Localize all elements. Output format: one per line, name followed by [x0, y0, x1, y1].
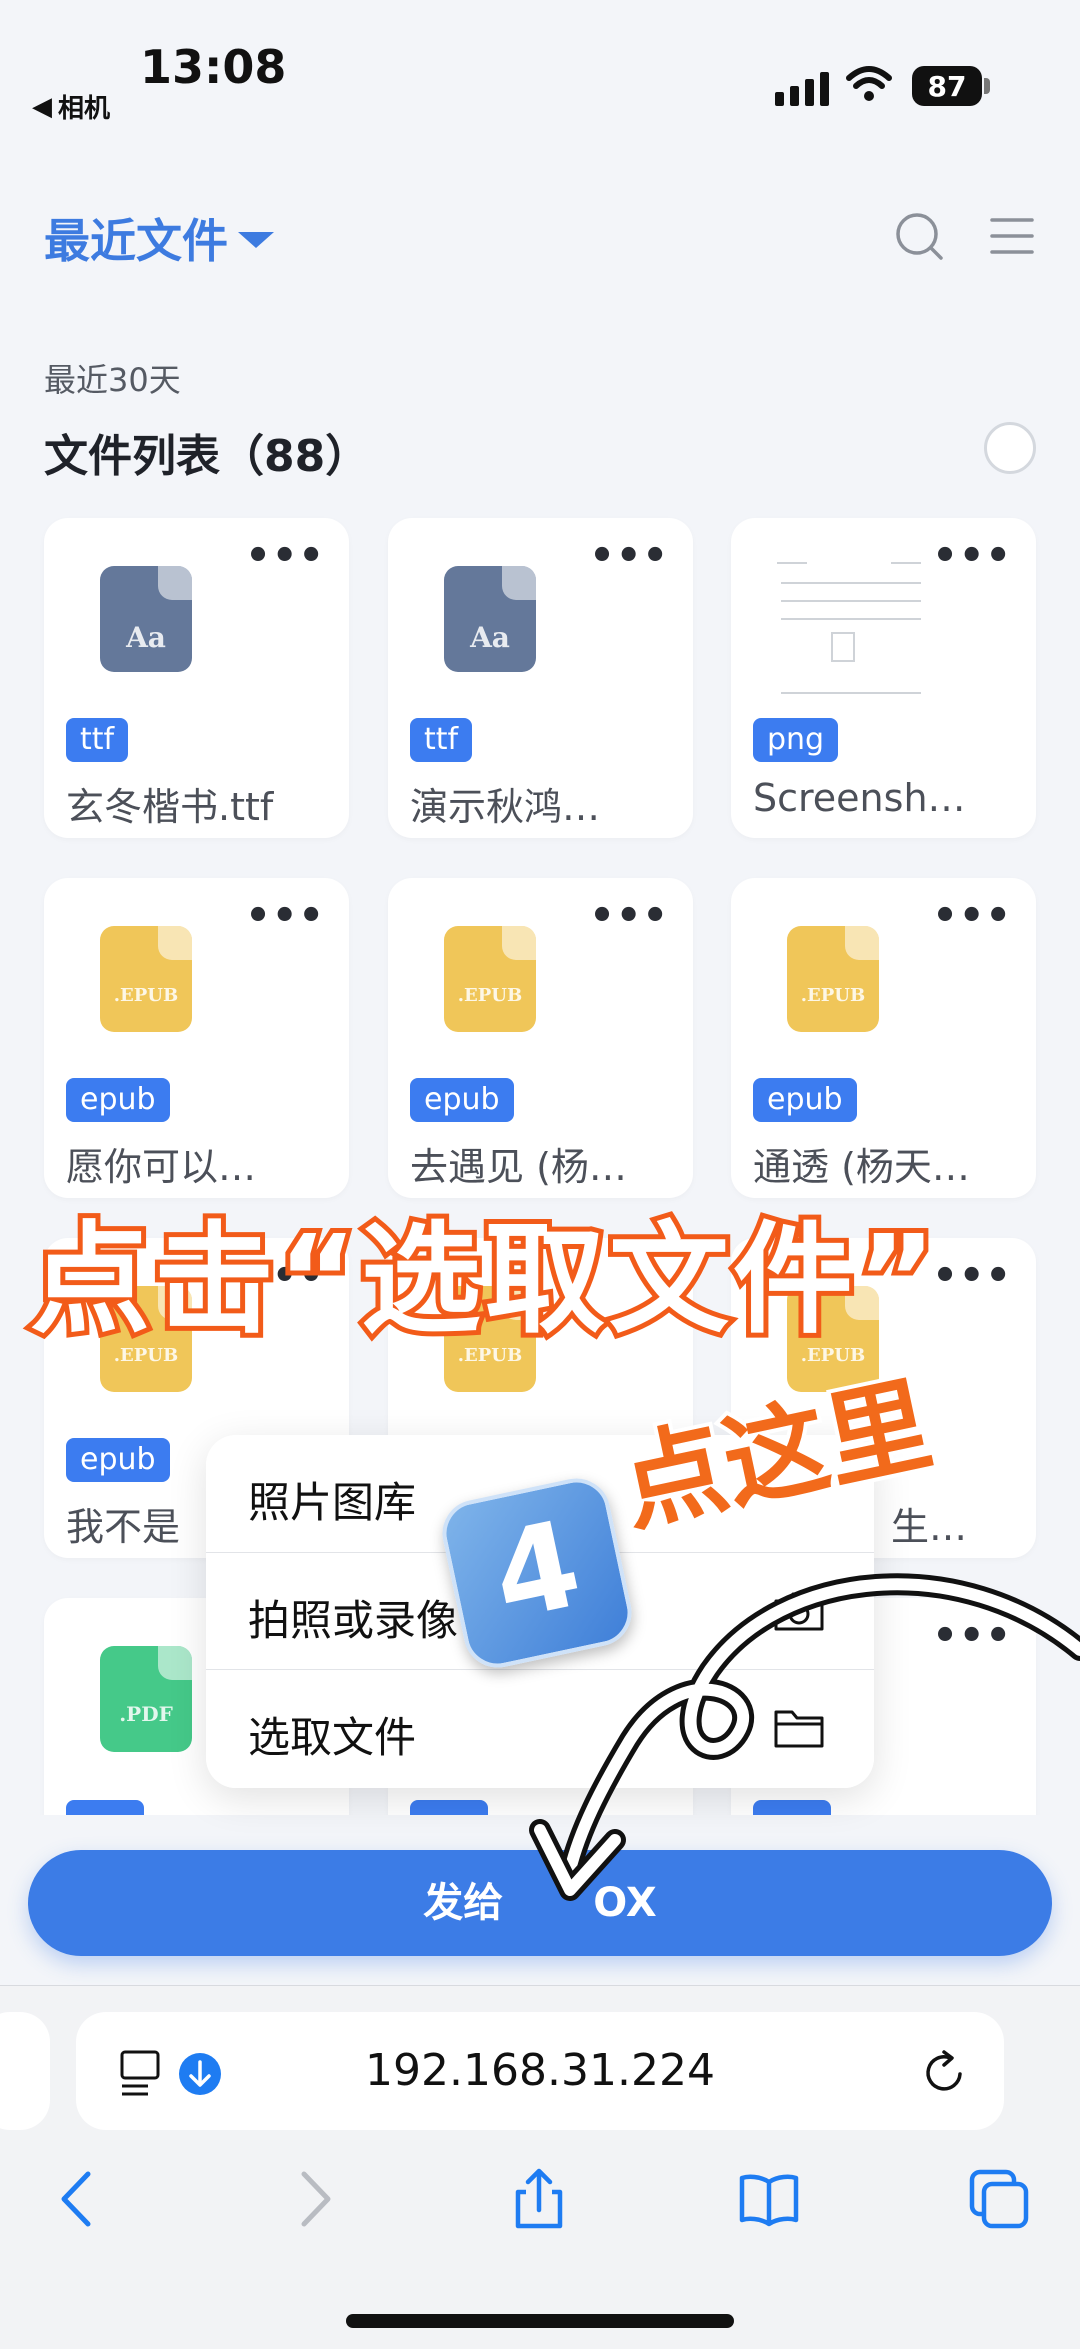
back-app-label: 相机 [58, 94, 111, 124]
tutorial-banner: 点击“选取文件” [0, 1182, 1080, 1355]
file-type-badge: epub [66, 1078, 170, 1122]
send-button-label: 发给 [423, 1880, 504, 1926]
menu-item-label: 照片图库 [248, 1478, 417, 1527]
epub-file-icon: .EPUB [100, 926, 192, 1032]
caret-down-icon [238, 232, 274, 248]
file-name: 演示秋鸿… [410, 785, 601, 829]
file-type-badge: ttf [66, 718, 129, 762]
bookmarks-icon[interactable] [738, 2168, 800, 2230]
menu-item-label: 选取文件 [248, 1713, 417, 1762]
home-indicator [346, 2314, 734, 2328]
tutorial-banner-stroke: 点击“选取文件” [25, 1206, 941, 1355]
file-type-badge: epub [753, 1078, 857, 1122]
file-card[interactable]: ••• png Screensh… [731, 518, 1036, 838]
file-name: 玄冬楷书.ttf [66, 785, 274, 829]
file-type-badge: epub [66, 1438, 170, 1482]
font-file-icon: Aa [100, 566, 192, 672]
back-triangle-icon: ◀ [32, 91, 52, 122]
file-list-title: 文件列表（88） [44, 431, 370, 482]
file-type-badge: epub [410, 1078, 514, 1122]
battery-icon: 87 [912, 66, 982, 106]
font-file-icon: Aa [444, 566, 536, 672]
wifi-icon [846, 66, 892, 101]
file-card[interactable]: ••• Aa ttf 玄冬楷书.ttf [44, 518, 349, 838]
more-options-icon[interactable]: ••• [589, 896, 669, 936]
file-card[interactable]: ••• .EPUB epub 通透 (杨天… [731, 878, 1036, 1198]
tabs-icon[interactable] [968, 2168, 1030, 2230]
file-card[interactable]: ••• Aa ttf 演示秋鸿… [388, 518, 693, 838]
more-options-icon[interactable]: ••• [589, 536, 669, 576]
back-to-app-link[interactable]: ◀ 相机 [32, 88, 110, 125]
epub-file-icon: .EPUB [444, 926, 536, 1032]
more-options-icon[interactable]: ••• [245, 536, 325, 576]
more-options-icon[interactable]: ••• [932, 896, 1012, 936]
share-icon[interactable] [508, 2168, 570, 2230]
more-options-icon[interactable]: ••• [932, 536, 1012, 576]
forward-icon[interactable] [282, 2168, 344, 2230]
url-text: 192.168.31.224 [365, 2045, 715, 2096]
page-title: 最近文件 [44, 214, 228, 268]
menu-icon[interactable] [988, 212, 1038, 262]
epub-file-icon: .EPUB [787, 926, 879, 1032]
curved-arrow-icon [529, 1573, 1080, 1901]
file-card[interactable]: ••• .EPUB epub 愿你可以… [44, 878, 349, 1198]
recent-files-dropdown[interactable]: 最近文件 [44, 205, 274, 271]
file-type-badge: png [753, 718, 839, 762]
file-card[interactable]: ••• .EPUB epub 去遇见 (杨… [388, 878, 693, 1198]
file-type-badge: ttf [410, 718, 473, 762]
more-options-icon[interactable]: ••• [245, 896, 325, 936]
pdf-file-icon: .PDF [100, 1646, 192, 1752]
reload-icon[interactable] [920, 2048, 970, 2098]
file-name: Screensh… [753, 776, 966, 820]
select-all-checkbox[interactable] [984, 422, 1036, 474]
date-range-label: 最近30天 [44, 361, 181, 399]
screenshot-thumbnail [771, 542, 936, 702]
status-time: 13:08 [140, 40, 287, 94]
back-icon[interactable] [48, 2168, 110, 2230]
menu-item-label: 拍照或录像 [248, 1596, 459, 1645]
battery-cap [984, 78, 990, 94]
search-icon[interactable] [895, 212, 945, 262]
cellular-signal-icon [775, 72, 829, 106]
